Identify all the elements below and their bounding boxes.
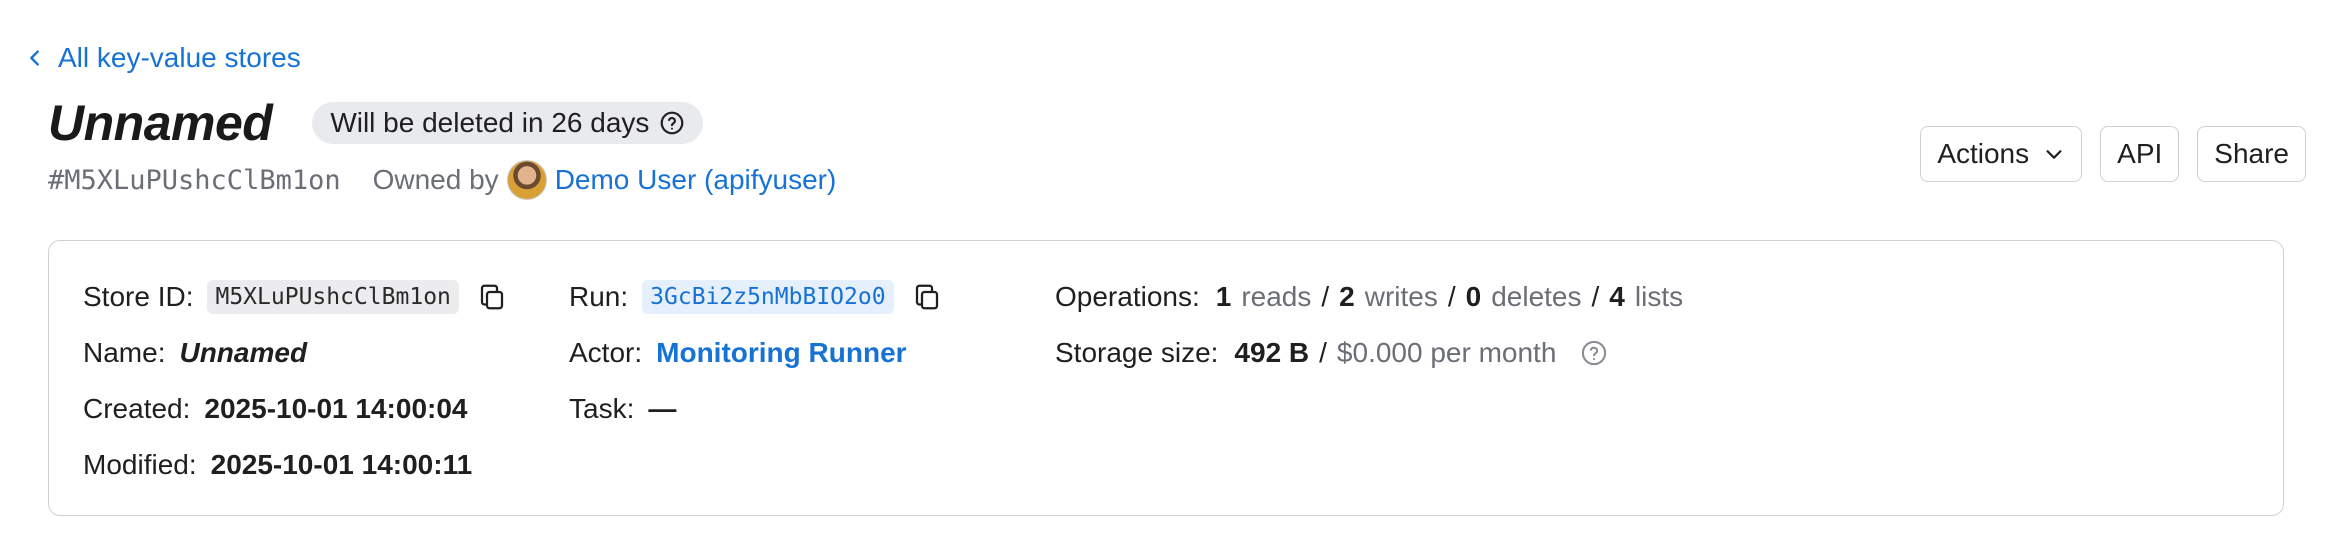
run-label: Run:: [569, 281, 629, 312]
chevron-left-icon: [30, 50, 39, 66]
title-row: Unnamed Will be deleted in 26 days: [48, 94, 704, 152]
storage-separator: /: [1319, 337, 1327, 368]
lists-label: lists: [1634, 281, 1684, 312]
deletion-badge-text: Will be deleted in 26 days: [330, 107, 650, 138]
operations-label: Operations:: [1055, 281, 1200, 312]
modified-value: 2025-10-01 14:00:11: [210, 449, 473, 480]
storage-cost: $0.000 per month: [1336, 337, 1557, 368]
store-id-value: M5XLuPUshcClBm1on: [207, 280, 459, 314]
actions-label: Actions: [1937, 138, 2030, 169]
owner-info: Owned by Demo User (apifyuser): [372, 160, 837, 200]
store-hash-id: #M5XLuPUshcClBm1on: [48, 164, 341, 196]
modified-row: Modified: 2025-10-01 14:00:11: [83, 443, 472, 487]
chevron-down-icon: [2046, 150, 2062, 159]
operations-separator: /: [1447, 281, 1456, 312]
storage-row: Storage size: 492 B / $0.000 per month: [1055, 331, 1608, 375]
operations-separator: /: [1591, 281, 1600, 312]
help-circle-icon[interactable]: [1580, 339, 1608, 367]
task-value: —: [648, 393, 677, 424]
operations-separator: /: [1321, 281, 1330, 312]
deletes-count: 0: [1465, 281, 1482, 312]
operations-row: Operations: 1 reads / 2 writes / 0 delet…: [1055, 275, 1683, 319]
storage-label: Storage size:: [1055, 337, 1219, 368]
actor-row: Actor: Monitoring Runner: [569, 331, 907, 375]
actor-label: Actor:: [569, 337, 643, 368]
store-id-row: Store ID: M5XLuPUshcClBm1on: [83, 275, 507, 319]
back-to-stores-link[interactable]: All key-value stores: [24, 42, 301, 74]
lists-count: 4: [1609, 281, 1625, 312]
task-label: Task:: [569, 393, 635, 424]
page-title: Unnamed: [48, 95, 273, 151]
created-value: 2025-10-01 14:00:04: [204, 393, 468, 424]
owner-link[interactable]: Demo User (apifyuser): [555, 164, 837, 196]
copy-icon[interactable]: [477, 282, 507, 312]
store-id-label: Store ID:: [83, 281, 194, 312]
store-meta-row: #M5XLuPUshcClBm1on Owned by Demo User (a…: [48, 160, 836, 200]
toolbar: Actions API Share: [1920, 126, 2306, 182]
writes-label: writes: [1364, 281, 1438, 312]
name-label: Name:: [83, 337, 166, 368]
storage-value: 492 B: [1234, 337, 1310, 368]
name-row: Name: Unnamed: [83, 331, 307, 375]
run-row: Run: 3GcBi2z5nMbBIO2o0: [569, 275, 942, 319]
reads-label: reads: [1241, 281, 1312, 312]
run-link[interactable]: 3GcBi2z5nMbBIO2o0: [642, 280, 894, 314]
name-value: Unnamed: [179, 337, 308, 368]
share-button[interactable]: Share: [2197, 126, 2306, 182]
modified-label: Modified:: [83, 449, 197, 480]
created-label: Created:: [83, 393, 191, 424]
created-row: Created: 2025-10-01 14:00:04: [83, 387, 468, 431]
writes-count: 2: [1339, 281, 1355, 312]
back-link-label: All key-value stores: [58, 42, 301, 73]
api-button[interactable]: API: [2100, 126, 2180, 182]
deletion-badge: Will be deleted in 26 days: [312, 102, 704, 144]
deletes-label: deletes: [1491, 281, 1582, 312]
help-circle-icon[interactable]: [659, 110, 685, 136]
avatar: [506, 160, 547, 200]
reads-count: 1: [1215, 281, 1232, 312]
task-row: Task: —: [569, 387, 676, 431]
actor-link[interactable]: Monitoring Runner: [656, 337, 906, 369]
owned-by-label: Owned by: [372, 164, 499, 195]
actions-dropdown-button[interactable]: Actions: [1920, 126, 2083, 182]
copy-icon[interactable]: [912, 282, 942, 312]
store-details-card: Store ID: M5XLuPUshcClBm1on Name: Unname…: [48, 240, 2284, 516]
